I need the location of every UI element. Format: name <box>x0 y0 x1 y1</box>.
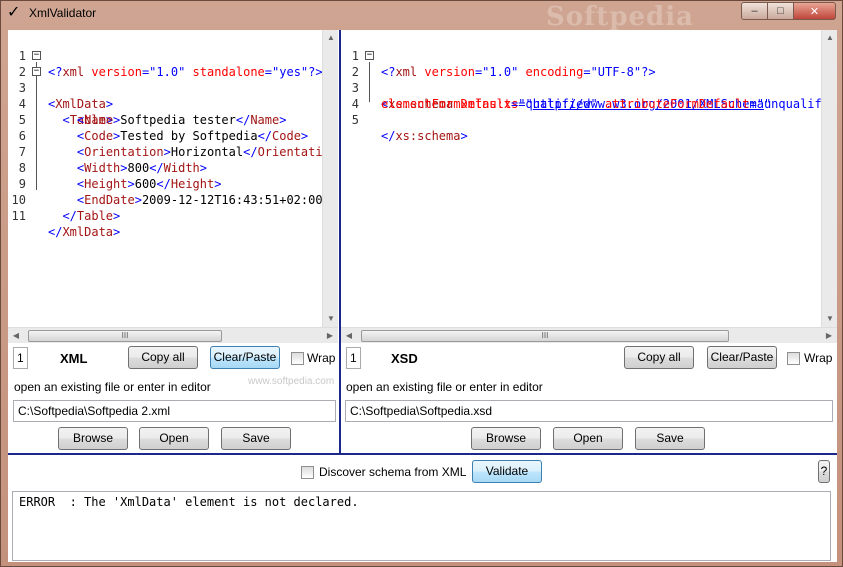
xsd-wrap-checkbox[interactable] <box>787 352 800 365</box>
validation-panel: Discover schema from XML Validate ? ERRO… <box>8 453 837 562</box>
discover-schema-label: Discover schema from XML <box>319 465 467 479</box>
client-area: 1 <?xml version="1.0" standalone="yes"?>… <box>8 30 837 562</box>
xsd-line-number-box[interactable]: 1 <box>346 347 361 369</box>
line-number: 11 <box>11 209 26 223</box>
code-line: 10 </Table> <box>8 176 121 223</box>
scroll-right-icon[interactable]: ▶ <box>322 328 338 344</box>
code-line: 1 <?xml version="1.0" encoding="UTF-8"?> <box>341 32 656 79</box>
code-line: 6 <Orientation>Horizontal</Orientation> <box>8 112 322 159</box>
validation-output[interactable]: ERROR : The 'XmlData' element is not dec… <box>12 491 831 561</box>
xml-save-button[interactable]: Save <box>221 427 291 450</box>
maximize-button[interactable]: □ <box>767 2 793 20</box>
app-window: ✓ XmlValidator Softpedia – □ ✕ 1 <?xml v… <box>0 0 843 567</box>
xsd-wrap-label: Wrap <box>804 351 833 365</box>
xml-browse-button[interactable]: Browse <box>58 427 128 450</box>
title-bar[interactable]: ✓ XmlValidator Softpedia – □ ✕ <box>1 1 842 32</box>
scroll-left-icon[interactable]: ◀ <box>8 328 24 344</box>
window-title: XmlValidator <box>29 6 97 20</box>
watermark-logo: Softpedia <box>546 2 694 32</box>
scroll-down-icon[interactable]: ▼ <box>822 311 838 327</box>
xsd-hint: open an existing file or enter in editor <box>346 380 543 394</box>
xml-path-field[interactable]: C:\Softpedia\Softpedia 2.xml <box>13 400 336 422</box>
close-button[interactable]: ✕ <box>793 2 836 20</box>
xml-clear-paste-button[interactable]: Clear/Paste <box>210 346 280 369</box>
collapse-icon[interactable]: − <box>32 51 41 60</box>
window-controls: – □ ✕ <box>741 2 836 20</box>
validate-button[interactable]: Validate <box>472 460 542 483</box>
xsd-browse-button[interactable]: Browse <box>471 427 541 450</box>
collapse-icon[interactable]: − <box>365 51 374 60</box>
xml-open-button[interactable]: Open <box>139 427 209 450</box>
code-line: 11 </XmlData> <box>8 192 121 239</box>
xsd-open-button[interactable]: Open <box>553 427 623 450</box>
code-line: 2 − <xs:schema xmlns:xs="http://www.w3.o… <box>341 48 771 112</box>
scroll-left-icon[interactable]: ◀ <box>341 328 357 344</box>
minimize-button[interactable]: – <box>741 2 767 20</box>
code-line: 5 <Code>Tested by Softpedia</Code> <box>8 96 308 143</box>
xml-line-number-box[interactable]: 1 <box>13 347 28 369</box>
xsd-copy-all-button[interactable]: Copy all <box>624 346 694 369</box>
scroll-right-icon[interactable]: ▶ <box>821 328 837 344</box>
code-line: 2 − <XmlData> <box>8 48 113 112</box>
xsd-save-button[interactable]: Save <box>635 427 705 450</box>
xml-hint: open an existing file or enter in editor <box>14 380 211 394</box>
code-line: 8 <Height>600</Height> <box>8 144 222 191</box>
xsd-pane: 1 <?xml version="1.0" encoding="UTF-8"?>… <box>339 30 837 453</box>
code-line: 7 <Width>800</Width> <box>8 128 207 175</box>
xml-wrap-checkbox[interactable] <box>291 352 304 365</box>
code-line: 4 <box>341 80 413 111</box>
xsd-label: XSD <box>391 351 418 366</box>
line-number: 5 <box>351 113 359 127</box>
xml-copy-all-button[interactable]: Copy all <box>128 346 198 369</box>
discover-schema-checkbox[interactable] <box>301 466 314 479</box>
xsd-path-field[interactable]: C:\Softpedia\Softpedia.xsd <box>345 400 833 422</box>
code-line: 9 <EndDate>2009-12-12T16:43:51+02:00</En… <box>8 160 322 207</box>
xml-label: XML <box>60 351 88 366</box>
xsd-clear-paste-button[interactable]: Clear/Paste <box>707 346 777 369</box>
collapse-icon[interactable]: − <box>32 67 41 76</box>
scroll-up-icon[interactable]: ▲ <box>822 30 838 46</box>
code-line: 5 </xs:schema> <box>341 96 468 143</box>
code-line: 1 <?xml version="1.0" standalone="yes"?> <box>8 32 322 79</box>
xsd-horizontal-scrollbar[interactable]: ◀ III ▶ <box>341 327 837 343</box>
checkmark-app-icon: ✓ <box>7 4 21 21</box>
scroll-thumb[interactable]: III <box>361 330 729 342</box>
scroll-thumb[interactable]: III <box>28 330 222 342</box>
xml-vertical-scrollbar[interactable]: ▲ ▼ <box>322 30 338 327</box>
code-line: 4 <Name>Softpedia tester</Name> <box>8 80 287 127</box>
scroll-up-icon[interactable]: ▲ <box>323 30 339 46</box>
xml-horizontal-scrollbar[interactable]: ◀ III ▶ <box>8 327 338 343</box>
code-line: 3 − <Table> <box>8 64 113 128</box>
xsd-editor[interactable]: 1 <?xml version="1.0" encoding="UTF-8"?>… <box>341 30 821 327</box>
xml-wrap-label: Wrap <box>307 351 336 365</box>
code-line: 3 elementFormDefault="qualified" attribu… <box>341 64 821 111</box>
xml-editor[interactable]: 1 <?xml version="1.0" standalone="yes"?>… <box>8 30 322 327</box>
xml-pane: 1 <?xml version="1.0" standalone="yes"?>… <box>8 30 338 453</box>
xsd-vertical-scrollbar[interactable]: ▲ ▼ <box>821 30 837 327</box>
scroll-down-icon[interactable]: ▼ <box>323 311 339 327</box>
help-button[interactable]: ? <box>818 460 830 483</box>
watermark-url: www.softpedia.com <box>248 376 335 387</box>
